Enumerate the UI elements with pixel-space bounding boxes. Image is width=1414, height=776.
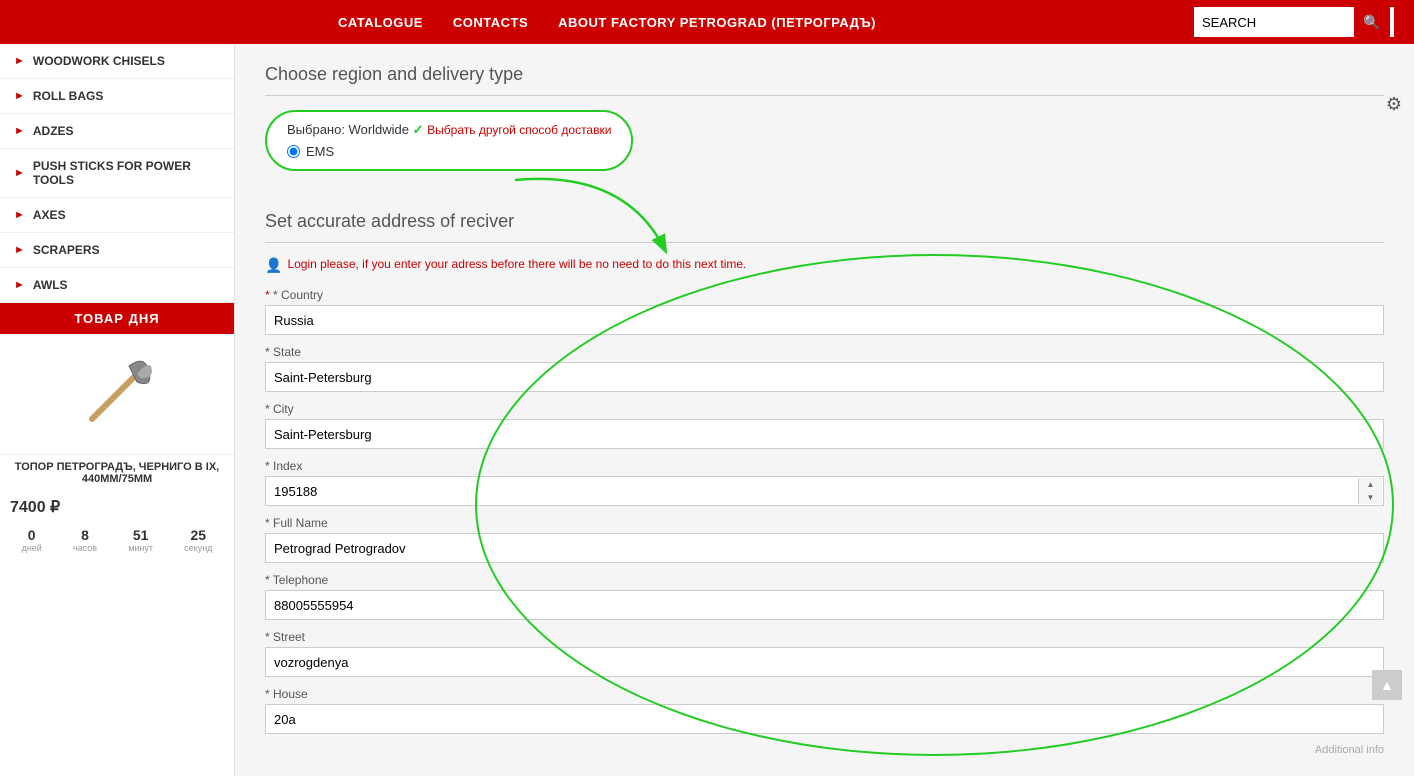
section2-title: Set accurate address of reciver <box>265 211 1384 232</box>
chevron-icon: ► <box>14 279 25 291</box>
state-field-group: * State <box>265 345 1384 392</box>
chevron-icon: ► <box>14 55 25 67</box>
countdown-days: 0 дней <box>22 527 42 553</box>
product-of-day-title: ТОВАР ДНЯ <box>0 303 234 334</box>
house-input[interactable] <box>265 704 1384 734</box>
telephone-label: * Telephone <box>265 573 1384 587</box>
ems-radio-label[interactable]: EMS <box>287 144 611 159</box>
country-label: * * Country <box>265 288 1384 302</box>
street-input[interactable] <box>265 647 1384 677</box>
telephone-input[interactable] <box>265 590 1384 620</box>
page-layout: ► WOODWORK CHISELS ► ROLL BAGS ► ADZES ►… <box>0 44 1414 776</box>
sidebar-item-axes[interactable]: ► AXES <box>0 198 234 233</box>
city-input[interactable] <box>265 419 1384 449</box>
search-button[interactable]: 🔍 <box>1354 7 1390 37</box>
countdown-seconds: 25 секунд <box>184 527 212 553</box>
main-content: Choose region and delivery type Выбрано:… <box>235 44 1414 776</box>
index-up-button[interactable]: ▲ <box>1359 478 1382 491</box>
sidebar-item-push-sticks[interactable]: ► PUSH STICKS FOR POWER TOOLS <box>0 149 234 198</box>
header: CATALOGUE CONTACTS ABOUT FACTORY PETROGR… <box>0 0 1414 44</box>
sidebar-item-roll-bags[interactable]: ► ROLL BAGS <box>0 79 234 114</box>
sidebar-item-scrapers[interactable]: ► SCRAPERS <box>0 233 234 268</box>
countdown-minutes: 51 минут <box>128 527 153 553</box>
country-input[interactable] <box>265 305 1384 335</box>
nav-contacts[interactable]: CONTACTS <box>453 15 528 30</box>
state-label: * State <box>265 345 1384 359</box>
chevron-icon: ► <box>14 125 25 137</box>
chevron-icon: ► <box>14 244 25 256</box>
house-field-group: * House <box>265 687 1384 734</box>
city-field-group: * City <box>265 402 1384 449</box>
sidebar-item-label: AXES <box>33 208 66 222</box>
main-nav: CATALOGUE CONTACTS ABOUT FACTORY PETROGR… <box>20 15 1194 30</box>
product-image <box>0 334 234 454</box>
index-wrapper: ▲ ▼ <box>265 476 1384 506</box>
fullname-label: * Full Name <box>265 516 1384 530</box>
index-spinner: ▲ ▼ <box>1358 478 1382 504</box>
telephone-field-group: * Telephone <box>265 573 1384 620</box>
sidebar-item-label: AWLS <box>33 278 68 292</box>
index-input[interactable] <box>265 476 1384 506</box>
country-field-group: * * Country <box>265 288 1384 335</box>
house-label: * House <box>265 687 1384 701</box>
chevron-icon: ► <box>14 90 25 102</box>
street-field-group: * Street <box>265 630 1384 677</box>
state-input[interactable] <box>265 362 1384 392</box>
street-label: * Street <box>265 630 1384 644</box>
index-down-button[interactable]: ▼ <box>1359 491 1382 504</box>
nav-about[interactable]: ABOUT FACTORY PETROGRAD (ПЕТРОГРАДЪ) <box>558 15 876 30</box>
divider2 <box>265 242 1384 243</box>
sidebar-item-label: ROLL BAGS <box>33 89 103 103</box>
chevron-icon: ► <box>14 209 25 221</box>
product-price: 7400 ₽ <box>0 491 234 523</box>
login-notice: 👤 Login please, if you enter your adress… <box>265 257 1384 274</box>
countdown-hours: 8 часов <box>73 527 97 553</box>
sidebar-item-woodwork-chisels[interactable]: ► WOODWORK CHISELS <box>0 44 234 79</box>
countdown: 0 дней 8 часов 51 минут 25 секунд <box>0 523 234 555</box>
chevron-icon: ► <box>14 167 25 179</box>
sidebar-item-label: WOODWORK CHISELS <box>33 54 165 68</box>
fullname-input[interactable] <box>265 533 1384 563</box>
index-label: * Index <box>265 459 1384 473</box>
index-field-group: * Index ▲ ▼ <box>265 459 1384 506</box>
ems-radio[interactable] <box>287 145 300 158</box>
person-icon: 👤 <box>265 257 282 274</box>
sidebar-item-label: PUSH STICKS FOR POWER TOOLS <box>33 159 220 187</box>
region-selected: Выбрано: Worldwide ✓ Выбрать другой спос… <box>287 122 611 138</box>
fullname-field-group: * Full Name <box>265 516 1384 563</box>
sidebar-item-label: ADZES <box>33 124 74 138</box>
sidebar-item-awls[interactable]: ► AWLS <box>0 268 234 303</box>
change-delivery-link[interactable]: Выбрать другой способ доставки <box>427 123 611 137</box>
city-label: * City <box>265 402 1384 416</box>
region-box: Выбрано: Worldwide ✓ Выбрать другой спос… <box>265 110 633 171</box>
search-box: 🔍 <box>1194 7 1394 37</box>
search-input[interactable] <box>1194 7 1354 37</box>
sidebar: ► WOODWORK CHISELS ► ROLL BAGS ► ADZES ►… <box>0 44 235 776</box>
additional-info-label: Additional info <box>265 744 1384 756</box>
sidebar-item-adzes[interactable]: ► ADZES <box>0 114 234 149</box>
axe-svg <box>67 344 167 444</box>
gear-button[interactable]: ⚙ <box>1386 94 1402 115</box>
check-icon: ✓ <box>413 122 424 137</box>
back-to-top-button[interactable]: ▲ <box>1372 670 1402 700</box>
section1-title: Choose region and delivery type <box>265 64 1384 85</box>
divider1 <box>265 95 1384 96</box>
sidebar-item-label: SCRAPERS <box>33 243 100 257</box>
product-name: ТОПОР ПЕТРОГРАДЪ, ЧЕРНИГО В IX, 440ММ/75… <box>0 454 234 491</box>
nav-catalogue[interactable]: CATALOGUE <box>338 15 423 30</box>
